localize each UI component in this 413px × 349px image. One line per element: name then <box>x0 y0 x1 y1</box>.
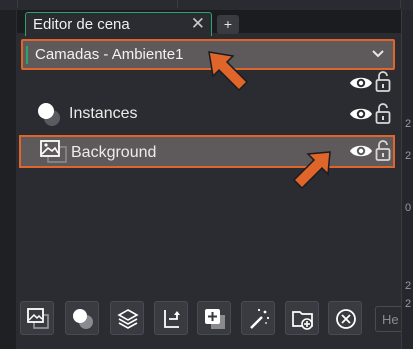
add-layers-button[interactable] <box>110 301 144 335</box>
delete-layer-button[interactable] <box>328 301 362 335</box>
eye-icon[interactable] <box>349 143 373 159</box>
layer-toolbar <box>17 299 401 339</box>
magic-wand-button[interactable] <box>241 301 275 335</box>
eye-icon[interactable] <box>349 106 373 122</box>
right-edge-label: 2 <box>405 298 412 310</box>
top-panel-strip <box>0 0 413 10</box>
pointer-arrow-annotation <box>292 151 331 190</box>
duplicate-layer-button[interactable] <box>197 301 231 335</box>
close-icon[interactable]: ✕ <box>191 14 205 34</box>
add-tab-button[interactable]: + <box>217 15 239 34</box>
right-edge-label: 2 <box>405 150 412 162</box>
layer-flow-button[interactable] <box>154 301 188 335</box>
tab-editor-de-cena[interactable]: Editor de cena ✕ <box>25 12 212 36</box>
top-strip-segment <box>18 0 178 8</box>
left-side-strip <box>0 10 17 349</box>
right-side-strip: 2 2 0 2 2 <box>401 10 413 349</box>
layers-dropdown-label: Camadas - Ambiente1 <box>35 46 184 63</box>
duplicate-layer-icon <box>205 309 225 329</box>
image-icon <box>40 140 67 163</box>
tab-label: Editor de cena <box>33 16 130 33</box>
lock-open-icon[interactable] <box>375 140 391 161</box>
pointer-arrow-annotation <box>208 51 249 92</box>
delete-icon <box>336 309 356 329</box>
top-strip-segment <box>0 0 18 8</box>
right-edge-label: 0 <box>405 202 412 214</box>
chevron-down-icon <box>372 50 384 58</box>
lock-open-icon[interactable] <box>375 103 391 124</box>
magic-wand-icon <box>250 308 270 329</box>
right-edge-label: 2 <box>405 280 412 292</box>
search-field-hint[interactable]: He <box>375 306 401 332</box>
layer-row-background[interactable]: Background <box>19 135 395 168</box>
right-edge-label: 2 <box>405 118 412 130</box>
add-folder-button[interactable] <box>285 301 319 335</box>
add-folder-icon <box>292 311 313 330</box>
layer-label: Background <box>71 144 157 161</box>
layer-row-instances[interactable]: Instances <box>19 98 395 130</box>
add-background-layer-button[interactable] <box>20 301 54 335</box>
add-instances-layer-button[interactable] <box>65 301 99 335</box>
add-instances-layer-icon <box>73 309 93 329</box>
add-layers-icon <box>117 309 139 329</box>
eye-icon[interactable] <box>349 75 373 91</box>
layer-flow-icon <box>164 310 180 328</box>
top-strip-segment <box>178 0 401 8</box>
lock-open-icon[interactable] <box>375 71 391 92</box>
instances-icon <box>38 103 60 126</box>
layer-label: Instances <box>69 105 138 122</box>
add-background-layer-icon <box>27 308 49 329</box>
